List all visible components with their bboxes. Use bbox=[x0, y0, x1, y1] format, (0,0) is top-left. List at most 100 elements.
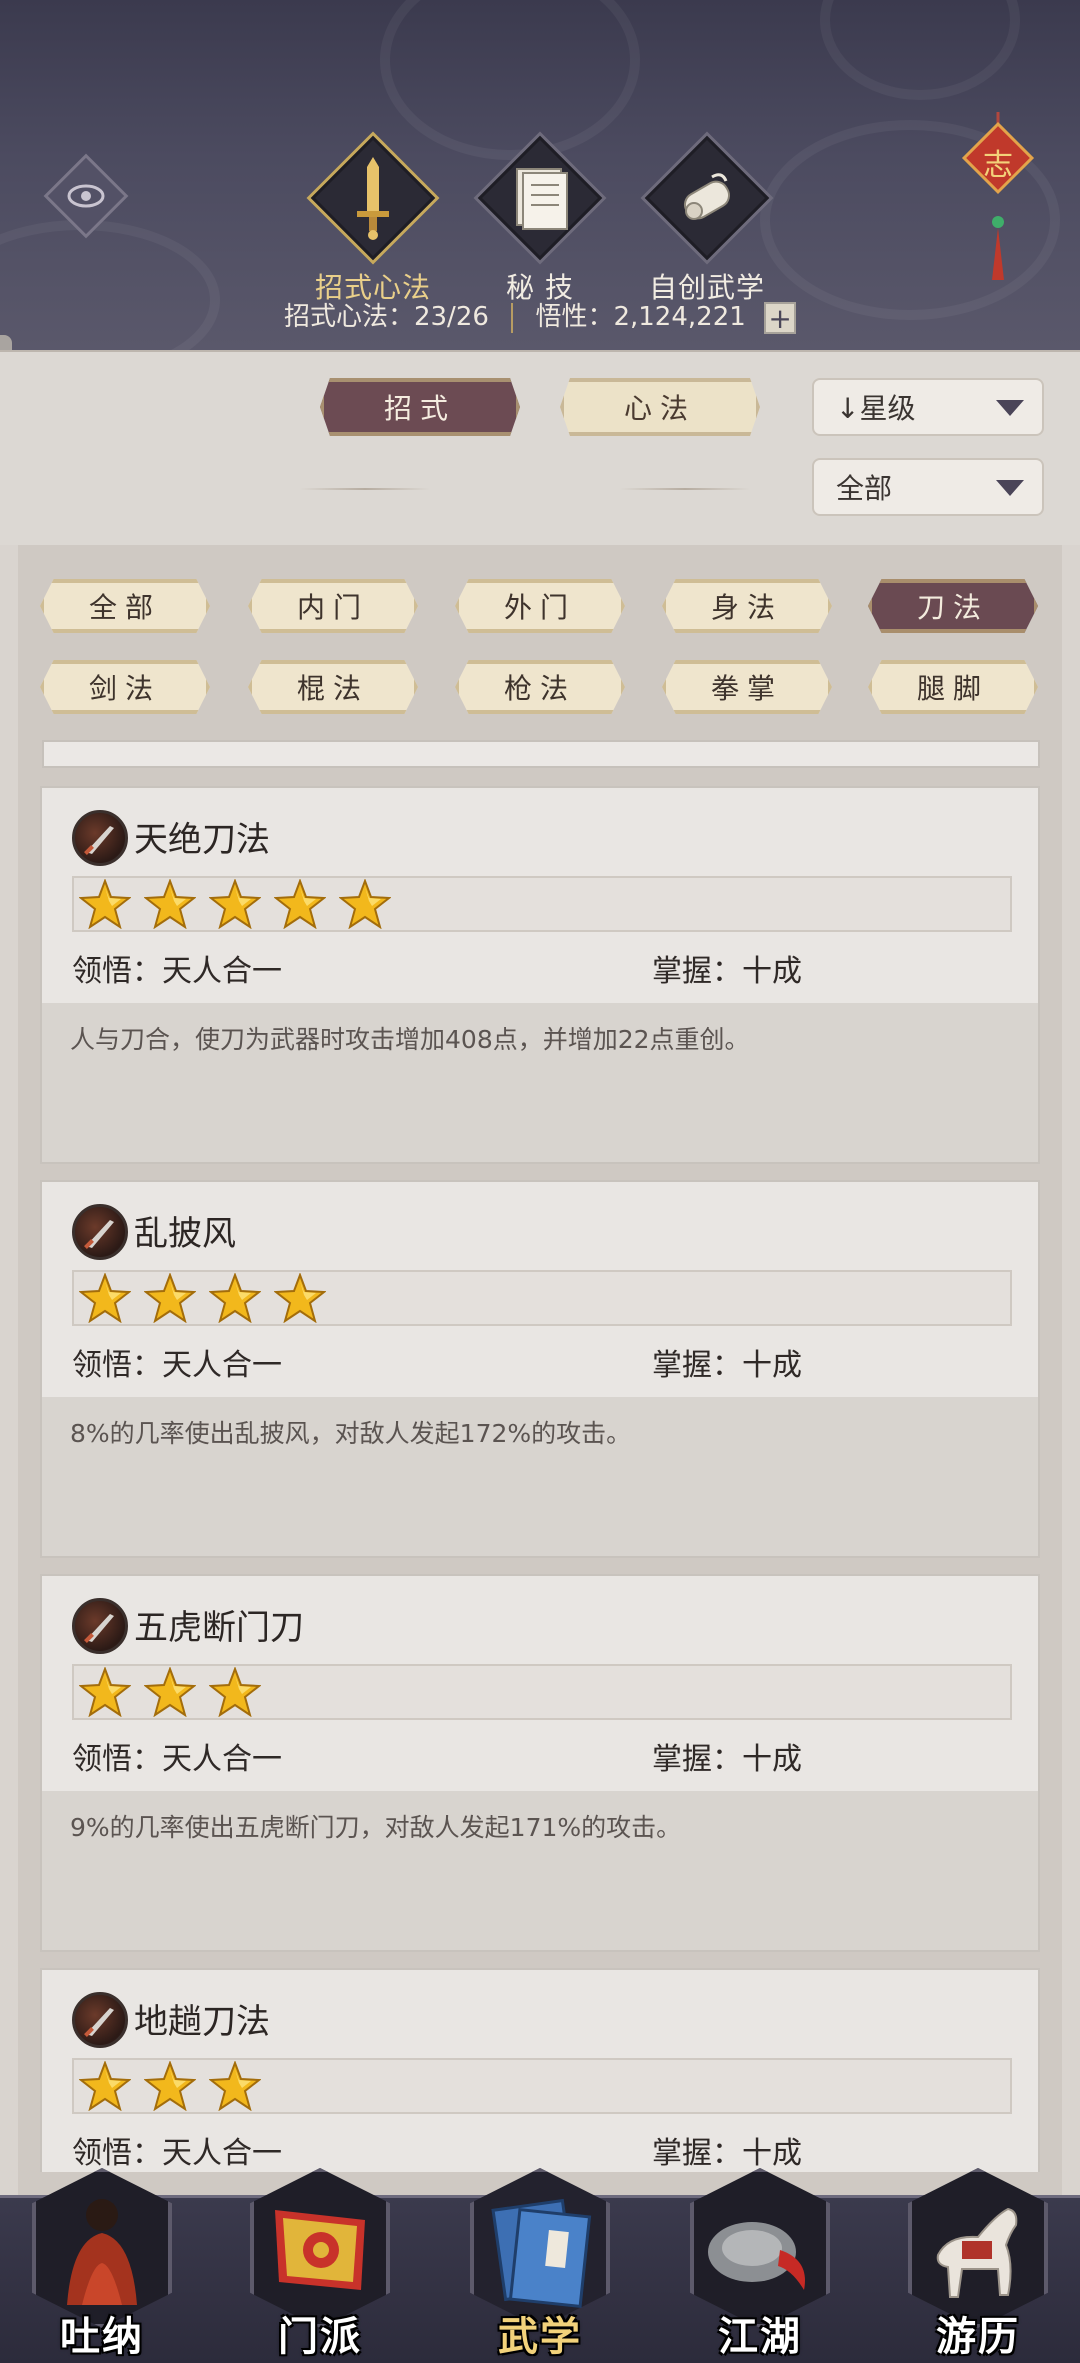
sword-icon bbox=[307, 132, 439, 264]
comprehension-value: 天人合一 bbox=[162, 954, 282, 989]
star-icon bbox=[74, 2058, 136, 2114]
category-leg[interactable]: 腿脚 bbox=[868, 660, 1038, 714]
tab-moves[interactable]: 招式 bbox=[320, 378, 520, 436]
skill-card[interactable]: 五虎断门刀 领悟：天人合一 掌握：十成 9%的几率使出五虎断门刀，对敌人发起17… bbox=[40, 1574, 1040, 1952]
comprehension: 领悟：天人合一 bbox=[72, 1734, 282, 1778]
star-icon bbox=[204, 2058, 266, 2114]
comprehension-value: 天人合一 bbox=[162, 1742, 282, 1777]
nav-meditation[interactable]: 吐纳 bbox=[22, 2158, 182, 2363]
star-icon bbox=[269, 1270, 331, 1326]
skill-card[interactable]: 天绝刀法 领悟：天人合一 掌握：十成 人与刀合，使刀为武器时攻击增加408点，并… bbox=[40, 786, 1040, 1164]
skill-description: 人与刀合，使刀为武器时攻击增加408点，并增加22点重创。 bbox=[42, 1003, 1038, 1162]
skill-name: 天绝刀法 bbox=[134, 820, 270, 860]
star-rating bbox=[72, 876, 1012, 932]
category-inner[interactable]: 内门 bbox=[248, 579, 418, 633]
insight-label: 悟性： bbox=[535, 302, 614, 332]
mastery-label: 掌握： bbox=[652, 954, 742, 989]
comprehension-value: 天人合一 bbox=[162, 1348, 282, 1383]
decorative-line-left bbox=[300, 488, 430, 490]
skill-name: 五虎断门刀 bbox=[134, 1608, 304, 1648]
meditation-monk-icon bbox=[42, 2180, 162, 2320]
category-saber[interactable]: 刀法 bbox=[868, 579, 1038, 633]
comprehension: 领悟：天人合一 bbox=[72, 1340, 282, 1384]
skill-card[interactable]: 乱披风 领悟：天人合一 掌握：十成 8%的几率使出乱披风，对敌人发起172%的攻… bbox=[40, 1180, 1040, 1558]
filter-area: 招式 心法 ↓星级 全部 bbox=[0, 350, 1080, 545]
category-movement[interactable]: 身法 bbox=[662, 579, 832, 633]
comprehension-label: 领悟： bbox=[72, 1742, 162, 1777]
nav-label: 江湖 bbox=[718, 2313, 802, 2360]
saber-skill-icon bbox=[72, 810, 128, 866]
skill-name: 乱披风 bbox=[134, 1214, 236, 1254]
moves-count-value: 23/26 bbox=[413, 302, 489, 332]
nav-jianghu[interactable]: 江湖 bbox=[680, 2158, 840, 2363]
chevron-down-icon bbox=[996, 480, 1024, 496]
star-icon bbox=[204, 1664, 266, 1720]
nav-label: 门派 bbox=[278, 2313, 362, 2360]
add-insight-button[interactable]: + bbox=[764, 301, 797, 334]
star-icon bbox=[139, 2058, 201, 2114]
star-icon bbox=[74, 1664, 136, 1720]
sort-select[interactable]: ↓星级 bbox=[812, 378, 1044, 436]
category-all[interactable]: 全部 bbox=[40, 579, 210, 633]
bottom-nav: 吐纳 门派 武学 江湖 游历 bbox=[0, 2168, 1080, 2363]
category-staff[interactable]: 棍法 bbox=[248, 660, 418, 714]
category-fist[interactable]: 拳掌 bbox=[662, 660, 832, 714]
mastery-value: 十成 bbox=[742, 954, 802, 989]
category-sword[interactable]: 剑法 bbox=[40, 660, 210, 714]
comprehension-label: 领悟： bbox=[72, 954, 162, 989]
skill-description: 8%的几率使出乱披风，对敌人发起172%的攻击。 bbox=[42, 1397, 1038, 1556]
nav-label: 游历 bbox=[936, 2313, 1020, 2360]
category-outer[interactable]: 外门 bbox=[455, 579, 625, 633]
comprehension-label: 领悟： bbox=[72, 1348, 162, 1383]
chinese-knot-button[interactable]: 志 bbox=[958, 112, 1038, 282]
scope-select-value: 全部 bbox=[836, 472, 893, 505]
star-icon bbox=[204, 876, 266, 932]
mastery-value: 十成 bbox=[742, 1742, 802, 1777]
main-tab-custom-martial[interactable]: 自创武学 bbox=[632, 132, 782, 306]
star-icon bbox=[74, 876, 136, 932]
star-icon bbox=[139, 1270, 201, 1326]
mastery-label: 掌握： bbox=[652, 1348, 742, 1383]
star-icon bbox=[139, 1664, 201, 1720]
mastery: 掌握：十成 bbox=[652, 1340, 802, 1384]
saber-skill-icon bbox=[72, 1204, 128, 1260]
main-tab-moves[interactable]: 招式心法 bbox=[298, 132, 448, 306]
star-rating bbox=[72, 2058, 1012, 2114]
tab-mind-method[interactable]: 心法 bbox=[560, 378, 760, 436]
scope-select[interactable]: 全部 bbox=[812, 458, 1044, 516]
list-top-edge bbox=[42, 740, 1040, 768]
moves-count-label: 招式心法： bbox=[283, 302, 414, 332]
nav-label: 吐纳 bbox=[60, 2313, 144, 2360]
comprehension: 领悟：天人合一 bbox=[72, 946, 282, 990]
star-icon bbox=[74, 1270, 136, 1326]
mastery: 掌握：十成 bbox=[652, 1734, 802, 1778]
nav-sect[interactable]: 门派 bbox=[240, 2158, 400, 2363]
skill-list[interactable]: 天绝刀法 领悟：天人合一 掌握：十成 人与刀合，使刀为武器时攻击增加408点，并… bbox=[0, 780, 1080, 2172]
star-rating bbox=[72, 1270, 1012, 1326]
saber-skill-icon bbox=[72, 1598, 128, 1654]
eye-icon bbox=[67, 184, 105, 208]
mastery-label: 掌握： bbox=[652, 1742, 742, 1777]
straw-hat-icon bbox=[700, 2180, 820, 2320]
skill-card[interactable]: 地趟刀法 领悟：天人合一 掌握：十成 bbox=[40, 1968, 1040, 2172]
book-icon bbox=[474, 132, 606, 264]
decorative-line-right bbox=[620, 488, 750, 490]
stats-line: 招式心法：23/26 悟性：2,124,221 + bbox=[0, 296, 1080, 334]
top-header: 招式心法 秘 技 自创武学 招式心法：23/26 悟性：2,124,221 + … bbox=[0, 0, 1080, 350]
main-tab-secret-skills[interactable]: 秘 技 bbox=[465, 132, 615, 306]
chinese-knot-icon bbox=[961, 112, 1035, 280]
nav-travel[interactable]: 游历 bbox=[898, 2158, 1058, 2363]
mastery: 掌握：十成 bbox=[652, 946, 802, 990]
star-rating bbox=[72, 1664, 1012, 1720]
nav-martial-arts[interactable]: 武学 bbox=[460, 2158, 620, 2363]
martial-manual-icon bbox=[480, 2180, 600, 2320]
knot-char: 志 bbox=[983, 148, 1013, 183]
category-spear[interactable]: 枪法 bbox=[455, 660, 625, 714]
skill-description: 9%的几率使出五虎断门刀，对敌人发起171%的攻击。 bbox=[42, 1791, 1038, 1950]
star-icon bbox=[139, 876, 201, 932]
saber-skill-icon bbox=[72, 1992, 128, 2048]
nav-label: 武学 bbox=[498, 2313, 582, 2360]
sect-banner-icon bbox=[260, 2180, 380, 2320]
sort-select-value: ↓星级 bbox=[836, 392, 916, 425]
star-icon bbox=[334, 876, 396, 932]
